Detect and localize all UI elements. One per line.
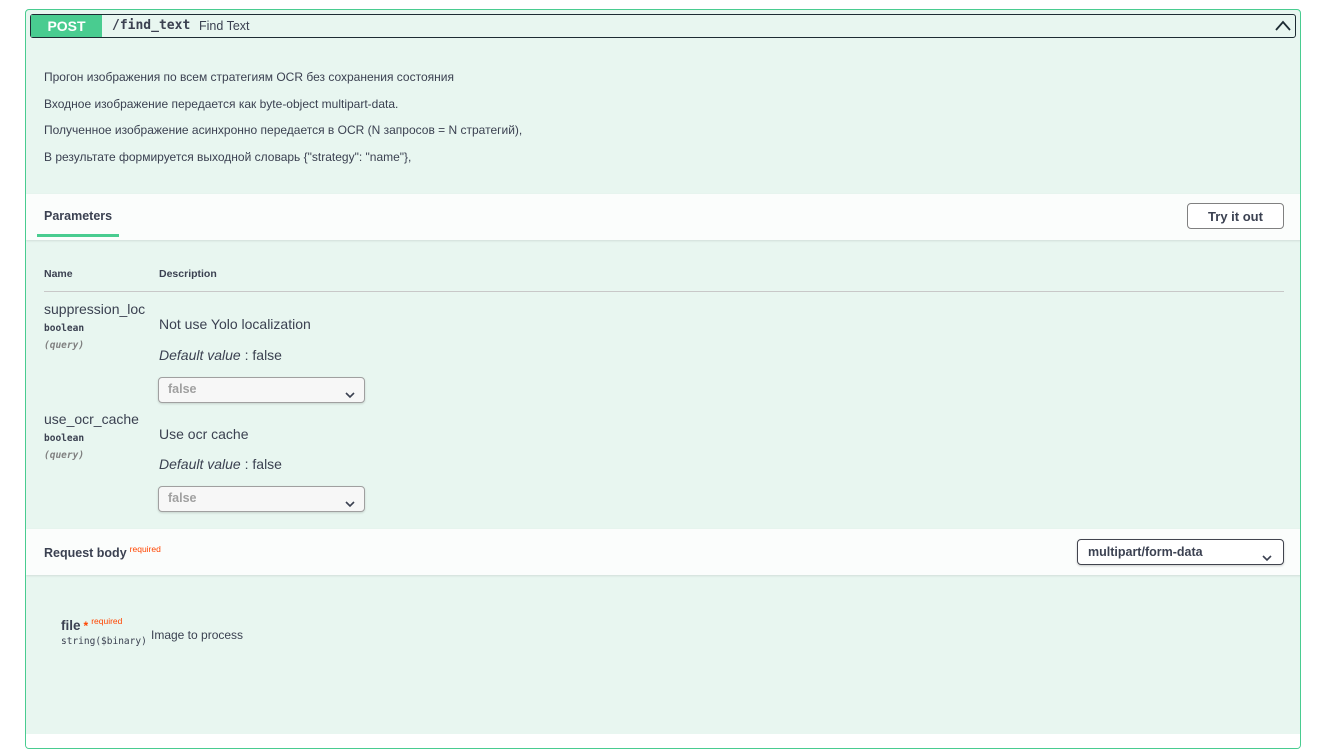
tab-active-indicator bbox=[37, 234, 119, 237]
method-badge: POST bbox=[31, 15, 102, 37]
param-description: Not use Yolo localization bbox=[159, 316, 311, 332]
param-location: (query) bbox=[44, 450, 85, 461]
chevron-down-icon bbox=[345, 386, 355, 404]
chevron-down-icon bbox=[345, 495, 355, 513]
description-line: В результате формируется выходной словар… bbox=[44, 149, 412, 164]
suppression-loc-select[interactable]: false bbox=[158, 377, 365, 403]
content-type-select[interactable]: multipart/form-data bbox=[1077, 539, 1284, 565]
param-location: (query) bbox=[44, 340, 85, 351]
column-header-description: Description bbox=[159, 268, 217, 280]
use-ocr-cache-select[interactable]: false bbox=[158, 486, 365, 512]
description-line: Прогон изображения по всем стратегиям OC… bbox=[44, 70, 454, 84]
description-line: Входное изображение передается как byte-… bbox=[44, 96, 399, 111]
required-marker: required bbox=[91, 616, 123, 626]
description-line: Полученное изображение асинхронно переда… bbox=[44, 123, 523, 137]
param-default: Default value : false bbox=[159, 347, 282, 363]
parameters-header: Parameters Try it out bbox=[26, 194, 1300, 240]
request-body-title: Request body required bbox=[44, 544, 161, 560]
param-default: Default value : false bbox=[159, 456, 282, 472]
request-body-label: Request body bbox=[44, 546, 127, 561]
endpoint-path: /find_text bbox=[112, 18, 191, 33]
table-divider bbox=[44, 291, 1284, 292]
required-marker: required bbox=[129, 544, 161, 554]
param-type: boolean bbox=[44, 323, 85, 334]
column-header-name: Name bbox=[44, 268, 73, 280]
default-label: Default value bbox=[159, 347, 241, 363]
default-value: : false bbox=[240, 456, 282, 472]
operation-block: POST /find_text Find Text Прогон изображ… bbox=[25, 9, 1301, 749]
chevron-up-icon[interactable] bbox=[1273, 16, 1293, 36]
endpoint-summary: Find Text bbox=[199, 19, 250, 33]
select-value: false bbox=[168, 491, 197, 505]
field-name: file bbox=[61, 618, 81, 633]
param-name: use_ocr_cache bbox=[44, 411, 139, 427]
operation-summary[interactable]: POST /find_text Find Text bbox=[30, 14, 1296, 38]
content-type-value: multipart/form-data bbox=[1088, 545, 1203, 559]
param-description: Use ocr cache bbox=[159, 426, 249, 442]
chevron-down-icon bbox=[1262, 549, 1272, 567]
default-label: Default value bbox=[159, 456, 241, 472]
select-value: false bbox=[168, 382, 197, 396]
file-field-type: string($binary) bbox=[61, 636, 147, 647]
tab-parameters[interactable]: Parameters bbox=[44, 209, 112, 223]
required-star: * bbox=[83, 619, 89, 633]
param-type: boolean bbox=[44, 433, 85, 444]
file-field-description: Image to process bbox=[151, 628, 244, 642]
request-body-header: Request body required multipart/form-data bbox=[26, 529, 1300, 575]
param-name: suppression_loc bbox=[44, 301, 146, 317]
try-it-out-button[interactable]: Try it out bbox=[1187, 203, 1284, 229]
operation-description: Прогон изображения по всем стратегиям OC… bbox=[44, 69, 522, 175]
default-value: : false bbox=[240, 347, 282, 363]
file-field-name: file * required bbox=[61, 616, 122, 633]
